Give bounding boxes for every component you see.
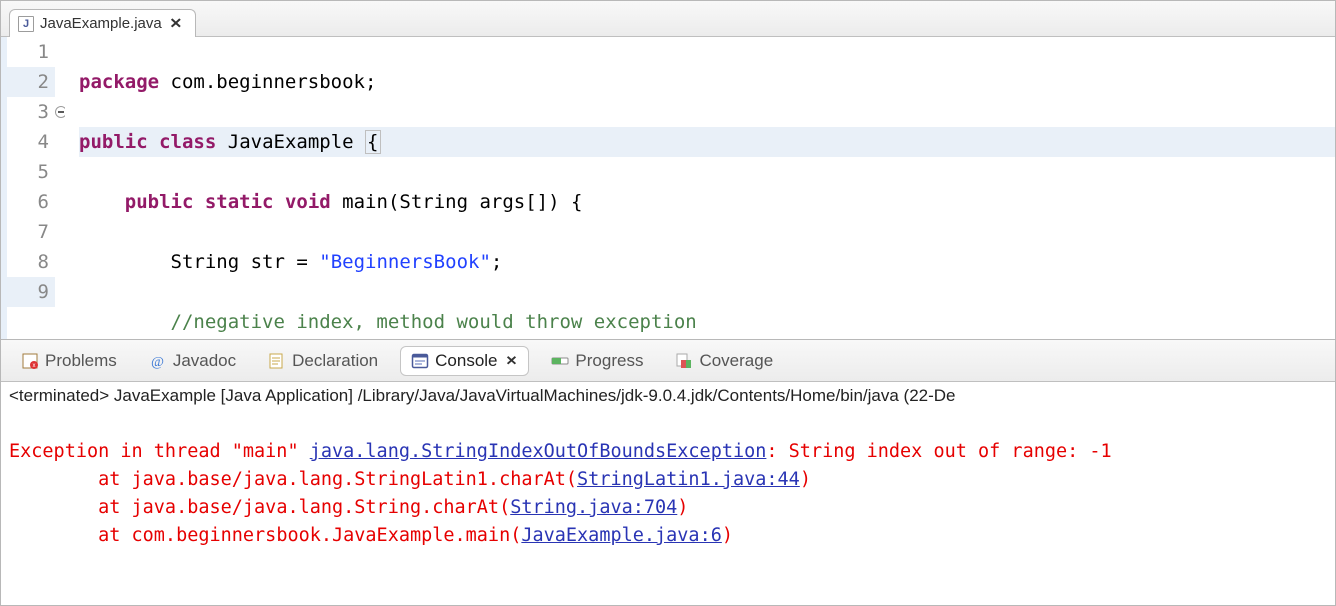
console-output[interactable]: Exception in thread "main" java.lang.Str… (1, 408, 1335, 580)
line-number: 8 (7, 247, 55, 277)
tab-label: Problems (45, 351, 117, 371)
bottom-panel: x Problems @ Javadoc Declaration Console… (0, 340, 1336, 606)
code-line: package com.beginnersbook; (79, 67, 1335, 97)
code-line: //negative index, method would throw exc… (79, 307, 1335, 337)
progress-icon (551, 352, 569, 370)
stacktrace-link[interactable]: JavaExample.java:6 (521, 525, 721, 546)
stacktrace-link[interactable]: String.java:704 (510, 497, 677, 518)
console-line: at java.base/java.lang.String.charAt(Str… (9, 497, 688, 518)
bottom-tabbar: x Problems @ Javadoc Declaration Console… (1, 340, 1335, 382)
tab-problems[interactable]: x Problems (11, 347, 127, 375)
stacktrace-link[interactable]: StringLatin1.java:44 (577, 469, 800, 490)
tab-coverage[interactable]: Coverage (665, 347, 783, 375)
console-line: Exception in thread "main" java.lang.Str… (9, 441, 1112, 462)
editor-tab-javaexample[interactable]: J JavaExample.java ✕ (9, 9, 196, 37)
code-line: String str = "BeginnersBook"; (79, 247, 1335, 277)
java-file-icon: J (18, 16, 34, 32)
svg-text:@: @ (151, 355, 164, 370)
close-icon[interactable]: ✕ (503, 353, 519, 369)
tab-javadoc[interactable]: @ Javadoc (139, 347, 246, 375)
exception-class-link[interactable]: java.lang.StringIndexOutOfBoundsExceptio… (310, 441, 767, 462)
line-number: 4 (7, 127, 55, 157)
tab-label: Coverage (699, 351, 773, 371)
tab-label: Javadoc (173, 351, 236, 371)
line-number: 2 (7, 67, 55, 97)
line-number: 3 (7, 97, 55, 127)
code-editor[interactable]: 1 2 3 4 5 6 7 8 9 package com.beginnersb… (1, 37, 1335, 339)
console-icon (411, 352, 429, 370)
tab-label: Progress (575, 351, 643, 371)
declaration-icon (268, 352, 286, 370)
code-line: public static void main(String args[]) { (79, 187, 1335, 217)
line-number: 5 (7, 157, 55, 187)
svg-text:x: x (33, 363, 36, 369)
tab-label: Declaration (292, 351, 378, 371)
editor-panel: J JavaExample.java ✕ 1 2 3 4 5 6 7 8 9 p… (0, 0, 1336, 340)
problems-icon: x (21, 352, 39, 370)
console-line: at com.beginnersbook.JavaExample.main(Ja… (9, 525, 733, 546)
line-number: 1 (7, 37, 55, 67)
line-number: 6 (7, 187, 55, 217)
console-launch-header: <terminated> JavaExample [Java Applicati… (1, 382, 1335, 408)
code-line: public class JavaExample { (79, 127, 1335, 157)
line-number: 7 (7, 217, 55, 247)
editor-tab-filename: JavaExample.java (40, 15, 162, 32)
code-body[interactable]: package com.beginnersbook; public class … (65, 37, 1335, 339)
close-icon[interactable]: ✕ (167, 15, 184, 32)
console-line: at java.base/java.lang.StringLatin1.char… (9, 469, 811, 490)
line-number-gutter: 1 2 3 4 5 6 7 8 9 (1, 37, 65, 339)
tab-console[interactable]: Console ✕ (400, 346, 529, 376)
javadoc-icon: @ (149, 352, 167, 370)
line-number: 9 (7, 277, 55, 307)
tab-declaration[interactable]: Declaration (258, 347, 388, 375)
tab-label: Console (435, 351, 497, 371)
editor-tabbar: J JavaExample.java ✕ (1, 1, 1335, 37)
coverage-icon (675, 352, 693, 370)
tab-progress[interactable]: Progress (541, 347, 653, 375)
